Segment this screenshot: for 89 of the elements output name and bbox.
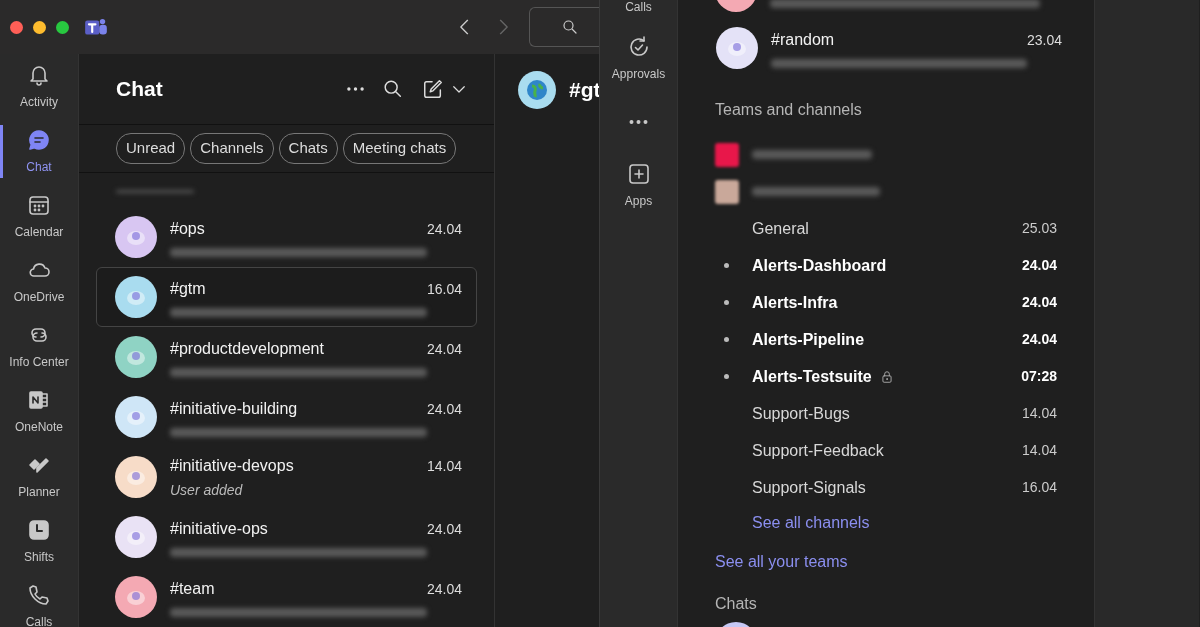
more-icon <box>347 87 364 91</box>
chat-item[interactable]: #initiative-building 24.04 <box>96 387 477 447</box>
more-button[interactable] <box>347 87 364 91</box>
chat-item[interactable]: #ops 24.04 <box>96 207 477 267</box>
nav-tab[interactable]: Approvals <box>599 26 678 91</box>
chat-icon <box>27 127 51 152</box>
nav-tab[interactable]: Activity <box>0 54 78 119</box>
clock-tile-icon <box>27 517 51 542</box>
search-icon <box>382 78 404 100</box>
channel-name: #initiative-building <box>170 399 298 419</box>
nav-tab[interactable]: OneDrive <box>0 249 78 314</box>
window-control[interactable] <box>10 20 23 34</box>
nav-tab[interactable]: Calls <box>599 0 678 16</box>
channel-name: #productdevelopment <box>170 339 324 359</box>
channel-name: Alerts-Pipeline <box>752 329 865 350</box>
channel-name: #initiative-devops <box>170 455 294 476</box>
timestamp: 24.04 <box>426 400 462 419</box>
filter-chip[interactable]: Unread <box>116 133 186 164</box>
timestamp: 14.04 <box>1021 404 1057 423</box>
window-control[interactable] <box>33 20 46 34</box>
channel-name: #ops <box>170 219 205 239</box>
timestamp: 24.04 <box>426 340 462 359</box>
chat-item[interactable]: #gtm 16.04 <box>96 267 477 327</box>
section-heading: Chats <box>715 594 758 614</box>
channel-name: Support-Signals <box>752 477 866 498</box>
see-all-teams-link[interactable]: See all your teams <box>715 550 848 574</box>
channel-name: General <box>752 218 809 239</box>
chat-item[interactable]: #initiative-ops 24.04 <box>96 507 477 567</box>
section-heading: Teams and channels <box>715 100 863 120</box>
channel-item[interactable]: General 25.03 <box>715 210 1057 247</box>
chat-item[interactable]: #random 23.04 <box>715 18 1063 78</box>
filter-chip[interactable]: Meeting chats <box>342 133 457 164</box>
nav-tab[interactable]: Shifts <box>0 509 78 574</box>
channel-name: #initiative-ops <box>170 519 268 539</box>
timestamp: 24.04 <box>1021 256 1057 275</box>
see-all-channels-link[interactable]: See all channels <box>752 511 870 535</box>
channel-item[interactable]: Support-Bugs 14.04 <box>715 395 1057 432</box>
add-app-icon <box>626 161 651 186</box>
nav-tab[interactable]: Planner <box>0 444 78 509</box>
channel-item[interactable]: Support-Feedback 14.04 <box>715 432 1057 469</box>
panel-title: Chat <box>116 76 163 103</box>
timestamp: 07:28 <box>1021 367 1057 386</box>
search-icon <box>561 18 579 36</box>
channel-item[interactable]: Alerts-Pipeline 24.04 <box>715 321 1057 358</box>
timestamp: 24.04 <box>426 220 462 239</box>
window-control[interactable] <box>56 20 69 34</box>
channel-item[interactable]: Alerts-Infra 24.04 <box>715 284 1057 321</box>
channel-name: Alerts-Testsuite <box>752 366 872 387</box>
phone-icon <box>27 582 51 607</box>
channel-name: #random <box>771 30 835 50</box>
filter-chip[interactable]: Chats <box>278 133 338 164</box>
compose-icon <box>422 78 444 100</box>
nav-tab[interactable]: Chat <box>0 119 78 184</box>
nav-tab[interactable]: Calendar <box>0 184 78 249</box>
message-preview: User added <box>170 480 244 500</box>
timestamp: 14.04 <box>426 456 462 476</box>
timestamp: 24.04 <box>1021 293 1057 312</box>
timestamp: 24.04 <box>1021 330 1057 349</box>
team-icon <box>715 142 739 167</box>
chat-item[interactable]: #team 24.04 <box>96 567 477 627</box>
filter-chip[interactable]: Channels <box>190 133 274 164</box>
channel-name: Support-Feedback <box>752 440 884 461</box>
timestamp: 23.04 <box>1026 31 1062 50</box>
channel-name: Alerts-Dashboard <box>752 255 887 276</box>
timestamp: 16.04 <box>426 280 462 299</box>
timestamp: 24.04 <box>426 520 462 539</box>
timestamp: 16.04 <box>1021 478 1057 497</box>
channel-name: Support-Bugs <box>752 403 850 424</box>
nav-tab[interactable]: Info Center <box>0 314 78 379</box>
chat-item[interactable]: #initiative-devops 14.04 User added <box>96 447 477 507</box>
channel-avatar <box>518 70 556 109</box>
timestamp: 24.04 <box>426 580 462 599</box>
new-chat-button[interactable] <box>422 78 468 100</box>
channel-name: Alerts-Infra <box>752 292 838 313</box>
nav-tab[interactable]: Apps <box>599 153 678 218</box>
search-field[interactable] <box>529 7 599 47</box>
timestamp: 25.03 <box>1021 219 1057 238</box>
search-button[interactable] <box>382 78 404 100</box>
channel-item[interactable]: Alerts-Testsuite 07:28 <box>715 358 1057 395</box>
timestamp: 14.04 <box>1021 441 1057 460</box>
more-icon <box>629 120 648 124</box>
channel-item[interactable]: Alerts-Dashboard 24.04 <box>715 247 1057 284</box>
nav-tab[interactable]: OneNote <box>0 379 78 444</box>
team-icon <box>715 179 739 204</box>
nav-tab[interactable]: Calls <box>0 574 78 627</box>
channel-item[interactable]: Support-Signals 16.04 <box>715 469 1057 506</box>
channel-name: #gtm <box>170 279 206 299</box>
channel-name: #team <box>170 579 215 599</box>
chat-item[interactable]: #productdevelopment 24.04 <box>96 327 477 387</box>
